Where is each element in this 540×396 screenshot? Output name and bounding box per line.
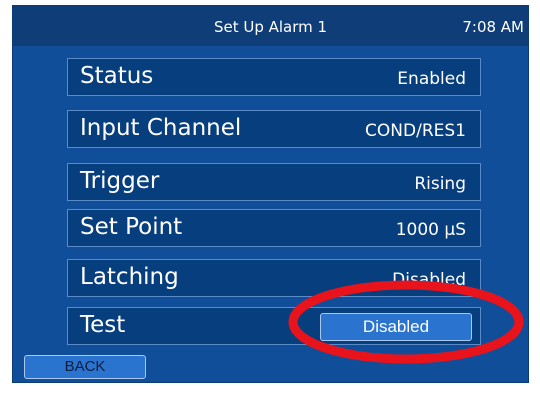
input-channel-row[interactable]: Input Channel COND/RES1 [67, 110, 481, 148]
trigger-row[interactable]: Trigger Rising [67, 163, 481, 201]
input-channel-value: COND/RES1 [365, 121, 466, 141]
test-toggle-button[interactable]: Disabled [320, 313, 472, 341]
status-value: Enabled [397, 69, 466, 89]
back-button[interactable]: BACK [24, 355, 146, 379]
status-label: Status [80, 63, 154, 89]
set-point-label: Set Point [80, 214, 183, 240]
alarm-setup-panel: Set Up Alarm 1 7:08 AM Status Enabled In… [12, 5, 529, 383]
test-label: Test [80, 312, 126, 338]
set-point-row[interactable]: Set Point 1000 μS [67, 209, 481, 247]
latching-label: Latching [80, 264, 179, 290]
set-point-value: 1000 μS [395, 220, 466, 240]
input-channel-label: Input Channel [80, 115, 242, 141]
latching-value: Disabled [392, 270, 466, 290]
status-row[interactable]: Status Enabled [67, 58, 481, 96]
trigger-label: Trigger [80, 168, 160, 194]
trigger-value: Rising [414, 174, 466, 194]
title-bar: Set Up Alarm 1 7:08 AM [13, 6, 528, 46]
test-row: Test Disabled [67, 307, 481, 345]
clock-display: 7:08 AM [462, 18, 524, 36]
latching-row[interactable]: Latching Disabled [67, 259, 481, 297]
page-title: Set Up Alarm 1 [213, 18, 328, 36]
device-screen: Set Up Alarm 1 7:08 AM Status Enabled In… [0, 0, 540, 396]
